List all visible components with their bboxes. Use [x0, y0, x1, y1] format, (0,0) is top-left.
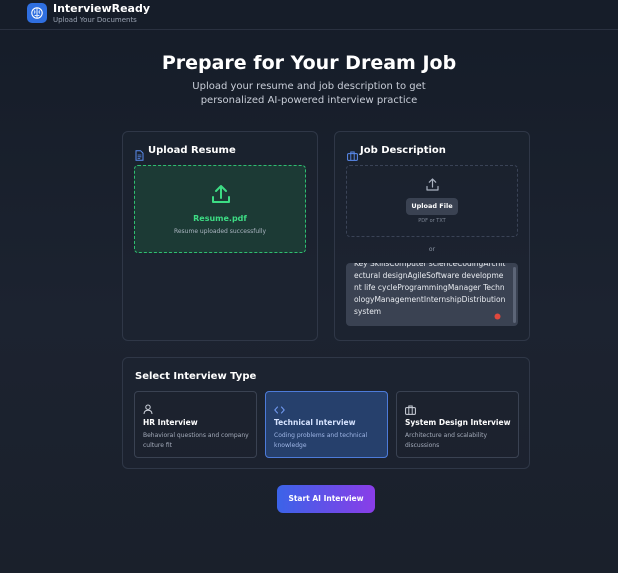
resume-file-name: Resume.pdf	[193, 214, 247, 223]
code-icon	[274, 400, 285, 419]
job-card-title: Job Description	[360, 145, 446, 156]
technical-interview-description: Coding problems and technical knowledge	[274, 432, 368, 449]
resume-dropzone[interactable]: Resume.pdf Resume uploaded successfully	[134, 165, 306, 253]
job-description-card: Job Description Upload File PDF or TXT o…	[334, 131, 530, 341]
briefcase-icon	[405, 400, 416, 419]
job-file-dropzone[interactable]: Upload File PDF or TXT	[346, 165, 518, 237]
upload-icon	[425, 177, 440, 196]
upload-file-button[interactable]: Upload File	[406, 198, 458, 215]
app-subtitle: Upload Your Documents	[53, 16, 137, 24]
technical-interview-option[interactable]: Technical Interview Coding problems and …	[265, 391, 388, 458]
app-title: InterviewReady	[53, 2, 151, 15]
brain-logo-icon	[27, 3, 47, 23]
system-design-interview-name: System Design Interview	[405, 418, 511, 427]
resume-card-title: Upload Resume	[148, 145, 236, 156]
resume-card: Upload Resume Resume.pdf Resume uploaded…	[122, 131, 318, 341]
hr-interview-description: Behavioral questions and company culture…	[143, 432, 249, 449]
upload-icon	[210, 183, 232, 209]
page-title: Prepare for Your Dream Job	[161, 52, 457, 74]
page-subtitle: Upload your resume and job description t…	[192, 81, 426, 106]
technical-interview-name: Technical Interview	[274, 418, 356, 427]
system-design-interview-description: Architecture and scalability discussions	[405, 432, 487, 449]
resume-upload-status: Resume uploaded successfully	[173, 228, 267, 235]
person-icon	[143, 400, 153, 419]
file-type-hint: PDF or TXT	[418, 218, 446, 224]
or-divider: or	[428, 246, 436, 253]
document-icon	[135, 146, 144, 165]
briefcase-icon	[347, 146, 358, 165]
job-description-text: Key SkillsComputer scienceCodingArchitec…	[354, 263, 506, 316]
hr-interview-option[interactable]: HR Interview Behavioral questions and co…	[134, 391, 257, 458]
hr-interview-name: HR Interview	[143, 418, 198, 427]
top-bar: InterviewReady Upload Your Documents	[0, 0, 618, 30]
system-design-interview-option[interactable]: System Design Interview Architecture and…	[396, 391, 519, 458]
job-description-textarea[interactable]: Key SkillsComputer scienceCodingArchitec…	[346, 263, 518, 326]
interview-type-card: Select Interview Type HR Interview Behav…	[122, 357, 530, 469]
grammar-hint-icon	[494, 305, 501, 324]
start-interview-button[interactable]: Start AI Interview	[277, 485, 375, 513]
interview-type-title: Select Interview Type	[135, 371, 257, 382]
textarea-scrollbar[interactable]	[513, 267, 516, 323]
